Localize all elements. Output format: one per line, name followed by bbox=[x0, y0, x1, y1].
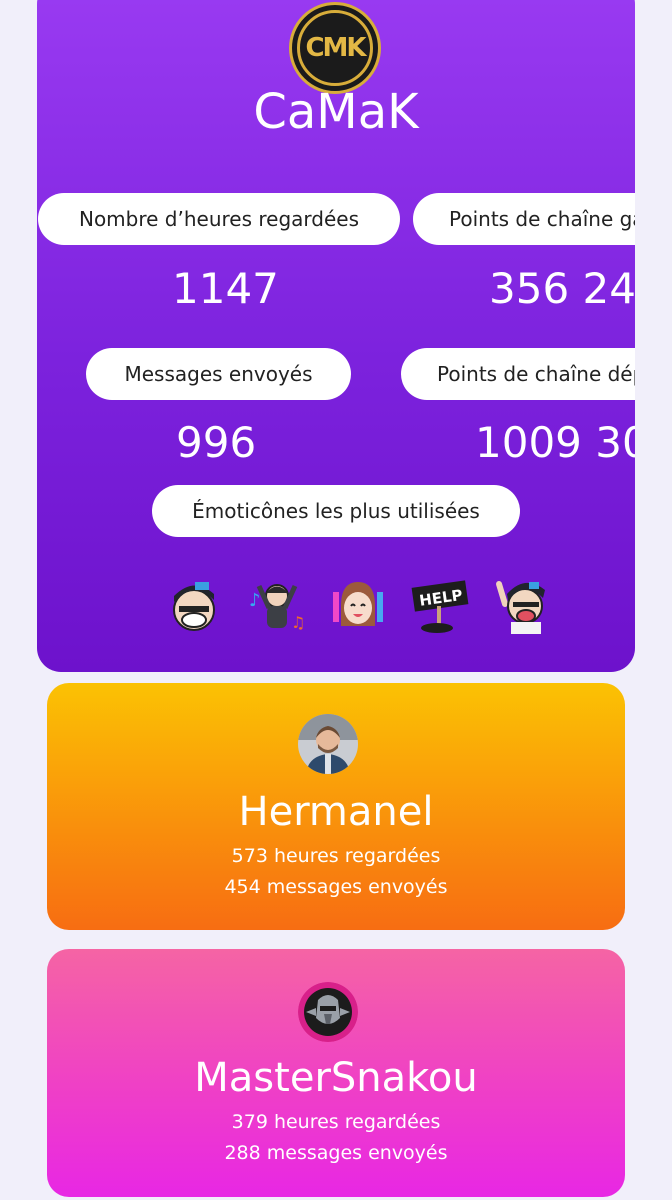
laughing-cap-emote bbox=[165, 576, 223, 634]
streamer-card: CMK CaMaK Nombre d’heures regardées Poin… bbox=[37, 0, 635, 672]
viewer-messages: 454 messages envoyés bbox=[224, 876, 448, 898]
channel-logo-text: CMK bbox=[297, 10, 373, 86]
viewer-messages: 288 messages envoyés bbox=[224, 1142, 448, 1164]
streamer-name: CaMaK bbox=[253, 84, 419, 140]
emote-list: ♪ ♫ HELP bbox=[165, 576, 551, 634]
viewer-hours: 573 heures regardées bbox=[231, 845, 441, 867]
viewer-hours: 379 heures regardées bbox=[231, 1111, 441, 1133]
svg-text:♫: ♫ bbox=[291, 613, 305, 632]
viewer-card-hermanel: Hermanel 573 heures regardées 454 messag… bbox=[47, 683, 625, 930]
messages-sent-label: Messages envoyés bbox=[86, 348, 351, 400]
happy-girl-emote bbox=[329, 576, 387, 634]
points-gained-value: 356 24 bbox=[489, 264, 635, 313]
avatar bbox=[298, 982, 358, 1042]
viewer-name: Hermanel bbox=[238, 789, 434, 835]
svg-text:♪: ♪ bbox=[249, 590, 261, 611]
points-spent-label: Points de chaîne dépen bbox=[401, 348, 635, 400]
hours-watched-value: 1147 bbox=[172, 264, 279, 313]
avatar bbox=[298, 714, 358, 774]
points-gained-label: Points de chaîne gagn bbox=[413, 193, 635, 245]
hours-watched-label: Nombre d’heures regardées bbox=[38, 193, 400, 245]
viewer-name: MasterSnakou bbox=[194, 1055, 478, 1101]
waving-cap-emote bbox=[493, 576, 551, 634]
help-sign-emote: HELP bbox=[411, 576, 469, 634]
viewer-card-mastersnakou: MasterSnakou 379 heures regardées 288 me… bbox=[47, 949, 625, 1197]
music-dance-emote: ♪ ♫ bbox=[247, 576, 305, 634]
top-emotes-label: Émoticônes les plus utilisées bbox=[152, 485, 520, 537]
channel-logo: CMK bbox=[289, 2, 381, 94]
messages-sent-value: 996 bbox=[176, 418, 257, 467]
points-spent-value: 1009 30 bbox=[475, 418, 635, 467]
